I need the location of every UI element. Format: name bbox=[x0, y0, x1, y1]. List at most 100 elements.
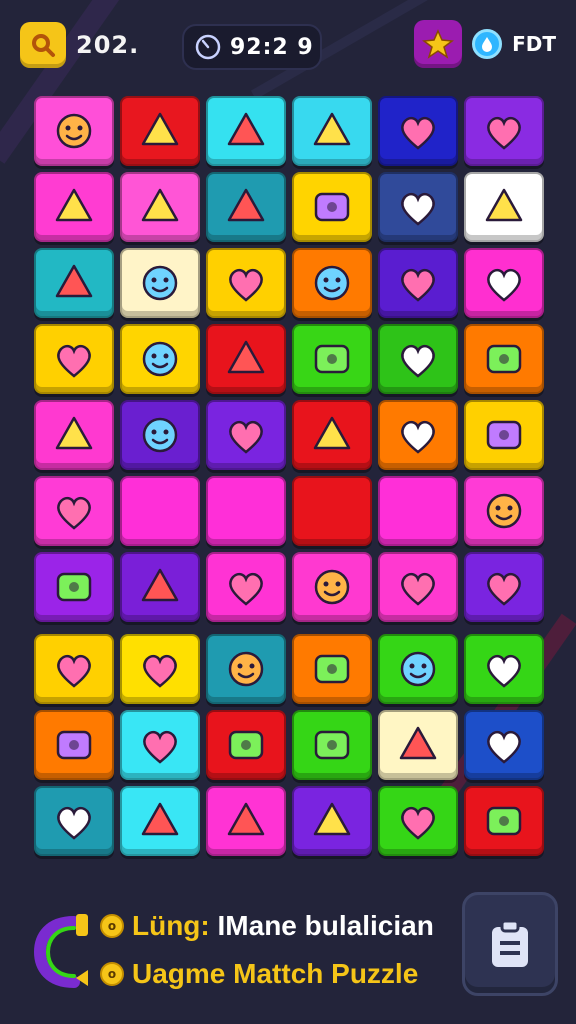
tile[interactable] bbox=[206, 96, 286, 166]
calculator-icon bbox=[400, 651, 436, 687]
tile[interactable] bbox=[206, 172, 286, 242]
caption-rest: IMane bulalician bbox=[217, 910, 434, 941]
caption-text-1: Lüng: IMane bulalician bbox=[132, 910, 434, 942]
handbag-icon bbox=[486, 420, 522, 450]
radio-icon bbox=[229, 572, 263, 606]
purse-icon bbox=[401, 192, 435, 226]
star-icon bbox=[422, 29, 455, 59]
tile[interactable] bbox=[378, 710, 458, 780]
tile[interactable] bbox=[292, 552, 372, 622]
tile[interactable] bbox=[378, 786, 458, 856]
tile[interactable] bbox=[464, 172, 544, 242]
tile[interactable] bbox=[206, 710, 286, 780]
tile[interactable] bbox=[34, 634, 114, 704]
wreath-face-icon bbox=[487, 730, 521, 764]
tile[interactable] bbox=[120, 96, 200, 166]
red-box-icon bbox=[57, 806, 91, 840]
tile[interactable] bbox=[206, 324, 286, 394]
tile[interactable] bbox=[120, 786, 200, 856]
tile[interactable] bbox=[120, 172, 200, 242]
tile[interactable] bbox=[120, 400, 200, 470]
moon-g-icon bbox=[401, 806, 435, 840]
tile[interactable] bbox=[464, 634, 544, 704]
tile[interactable] bbox=[120, 634, 200, 704]
bag-icon bbox=[227, 188, 265, 222]
heart-icon bbox=[486, 493, 522, 529]
tile[interactable] bbox=[120, 552, 200, 622]
star-face-icon bbox=[227, 112, 265, 146]
tile[interactable] bbox=[378, 324, 458, 394]
tile[interactable] bbox=[206, 552, 286, 622]
book-stack-icon bbox=[313, 416, 351, 450]
tile[interactable] bbox=[464, 552, 544, 622]
sun-face-icon bbox=[56, 113, 92, 149]
apple-face-icon bbox=[141, 568, 179, 602]
camera-icon bbox=[486, 806, 522, 836]
tile[interactable] bbox=[34, 786, 114, 856]
dragon-icon bbox=[57, 654, 91, 688]
tile[interactable] bbox=[34, 400, 114, 470]
tile[interactable] bbox=[378, 476, 458, 546]
tile[interactable] bbox=[378, 552, 458, 622]
tile[interactable] bbox=[292, 476, 372, 546]
drop-icon bbox=[482, 37, 493, 52]
tile[interactable] bbox=[464, 248, 544, 318]
tile[interactable] bbox=[292, 786, 372, 856]
tile[interactable] bbox=[34, 552, 114, 622]
cookie-face-icon bbox=[228, 651, 264, 687]
tile[interactable] bbox=[292, 172, 372, 242]
tile[interactable] bbox=[34, 172, 114, 242]
bullet-icon: o bbox=[100, 914, 124, 938]
tile[interactable] bbox=[120, 710, 200, 780]
search-icon bbox=[32, 34, 55, 57]
tile[interactable] bbox=[34, 476, 114, 546]
tile[interactable] bbox=[206, 786, 286, 856]
tile[interactable] bbox=[464, 786, 544, 856]
tile[interactable] bbox=[292, 400, 372, 470]
star-button[interactable] bbox=[414, 20, 463, 68]
tile[interactable] bbox=[464, 710, 544, 780]
clipboard-button[interactable] bbox=[462, 892, 558, 996]
currency-label: FDT bbox=[512, 32, 556, 56]
tile[interactable] bbox=[464, 400, 544, 470]
tile[interactable] bbox=[378, 96, 458, 166]
compass-icon bbox=[314, 265, 350, 301]
search-button[interactable] bbox=[20, 22, 66, 68]
heart-bubble-icon bbox=[57, 496, 91, 530]
map-icon bbox=[55, 416, 93, 450]
tile[interactable] bbox=[292, 710, 372, 780]
tile[interactable] bbox=[378, 248, 458, 318]
tile[interactable] bbox=[206, 248, 286, 318]
tile[interactable] bbox=[120, 324, 200, 394]
tile[interactable] bbox=[292, 634, 372, 704]
tile[interactable] bbox=[464, 324, 544, 394]
swirl-icon bbox=[401, 344, 435, 378]
coin-icon bbox=[472, 29, 503, 59]
tile[interactable] bbox=[34, 96, 114, 166]
tile[interactable] bbox=[34, 710, 114, 780]
ticket-icon bbox=[141, 112, 179, 146]
flower-icon bbox=[143, 730, 177, 764]
tile[interactable] bbox=[120, 476, 200, 546]
tile[interactable] bbox=[292, 248, 372, 318]
tile[interactable] bbox=[206, 400, 286, 470]
tile[interactable] bbox=[34, 248, 114, 318]
tile[interactable] bbox=[464, 476, 544, 546]
tile[interactable] bbox=[206, 634, 286, 704]
tooth-icon bbox=[141, 802, 179, 836]
smile-icon bbox=[227, 802, 265, 836]
tile[interactable] bbox=[378, 172, 458, 242]
tile[interactable] bbox=[292, 96, 372, 166]
tile[interactable] bbox=[120, 248, 200, 318]
tile[interactable] bbox=[206, 476, 286, 546]
cat-face-icon bbox=[141, 188, 179, 222]
tile[interactable] bbox=[34, 324, 114, 394]
tile[interactable] bbox=[464, 96, 544, 166]
tile[interactable] bbox=[292, 324, 372, 394]
tile[interactable] bbox=[378, 634, 458, 704]
game-logo-icon bbox=[34, 914, 88, 988]
timer-value: 92:2 9 bbox=[230, 34, 314, 60]
box-icon bbox=[229, 268, 263, 302]
caption-line-1: o Lüng: IMane bulalician bbox=[100, 910, 434, 942]
tile[interactable] bbox=[378, 400, 458, 470]
